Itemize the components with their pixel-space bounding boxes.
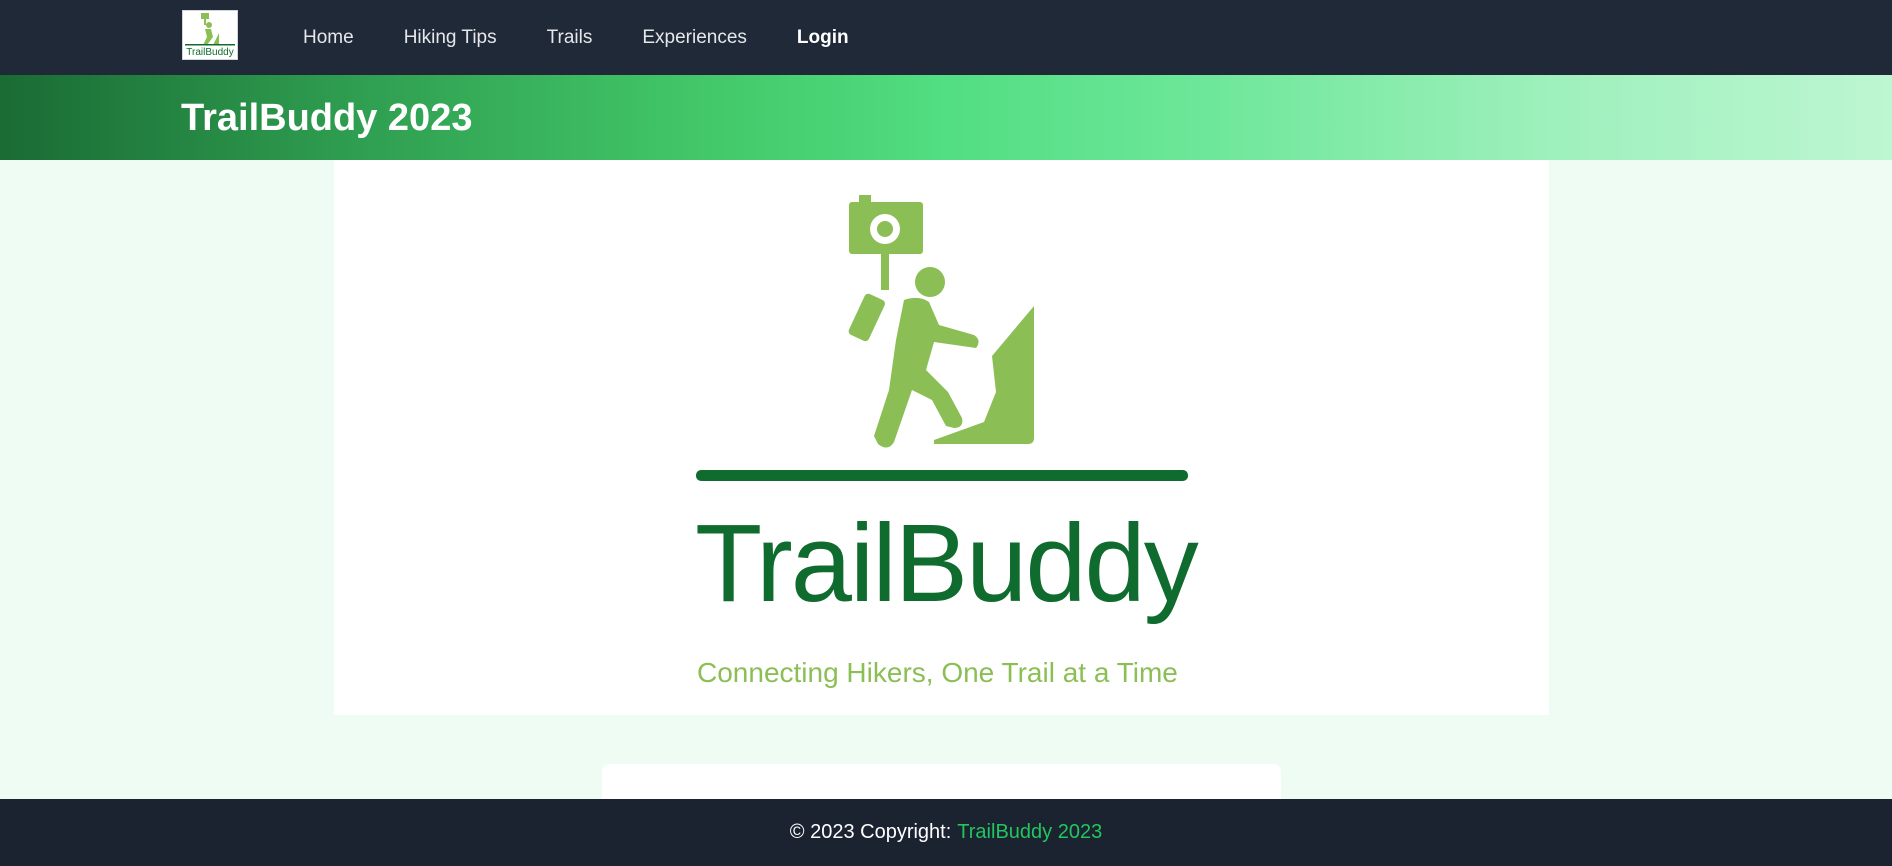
- hiker-logo-icon: TrailBuddy: [185, 13, 235, 58]
- nav-links: Home Hiking Tips Trails Experiences Logi…: [303, 0, 899, 75]
- content-card: [602, 764, 1281, 804]
- footer-brand-link[interactable]: TrailBuddy 2023: [957, 821, 1102, 844]
- banner-title: TrailBuddy 2023: [181, 97, 473, 139]
- title-banner: TrailBuddy 2023: [0, 75, 1892, 160]
- nav-hiking-tips-link[interactable]: Hiking Tips: [404, 27, 497, 49]
- nav-logo[interactable]: TrailBuddy: [182, 10, 238, 60]
- footer-copyright: © 2023 Copyright:: [789, 821, 952, 843]
- hero-brand-name: TrailBuddy: [695, 502, 1199, 625]
- nav-logo-text: TrailBuddy: [186, 47, 233, 58]
- nav-login-link[interactable]: Login: [797, 27, 849, 49]
- top-navbar: TrailBuddy Home Hiking Tips Trails Exper…: [0, 0, 1892, 75]
- nav-experiences-link[interactable]: Experiences: [642, 27, 747, 49]
- hero-tagline: Connecting Hikers, One Trail at a Time: [697, 657, 1178, 688]
- hiker-illustration-icon: [696, 195, 1188, 481]
- nav-home-link[interactable]: Home: [303, 27, 354, 49]
- nav-trails-link[interactable]: Trails: [547, 27, 593, 49]
- footer: © 2023 Copyright: TrailBuddy 2023: [0, 799, 1892, 866]
- hero-logo-panel: TrailBuddy Connecting Hikers, One Trail …: [334, 160, 1549, 715]
